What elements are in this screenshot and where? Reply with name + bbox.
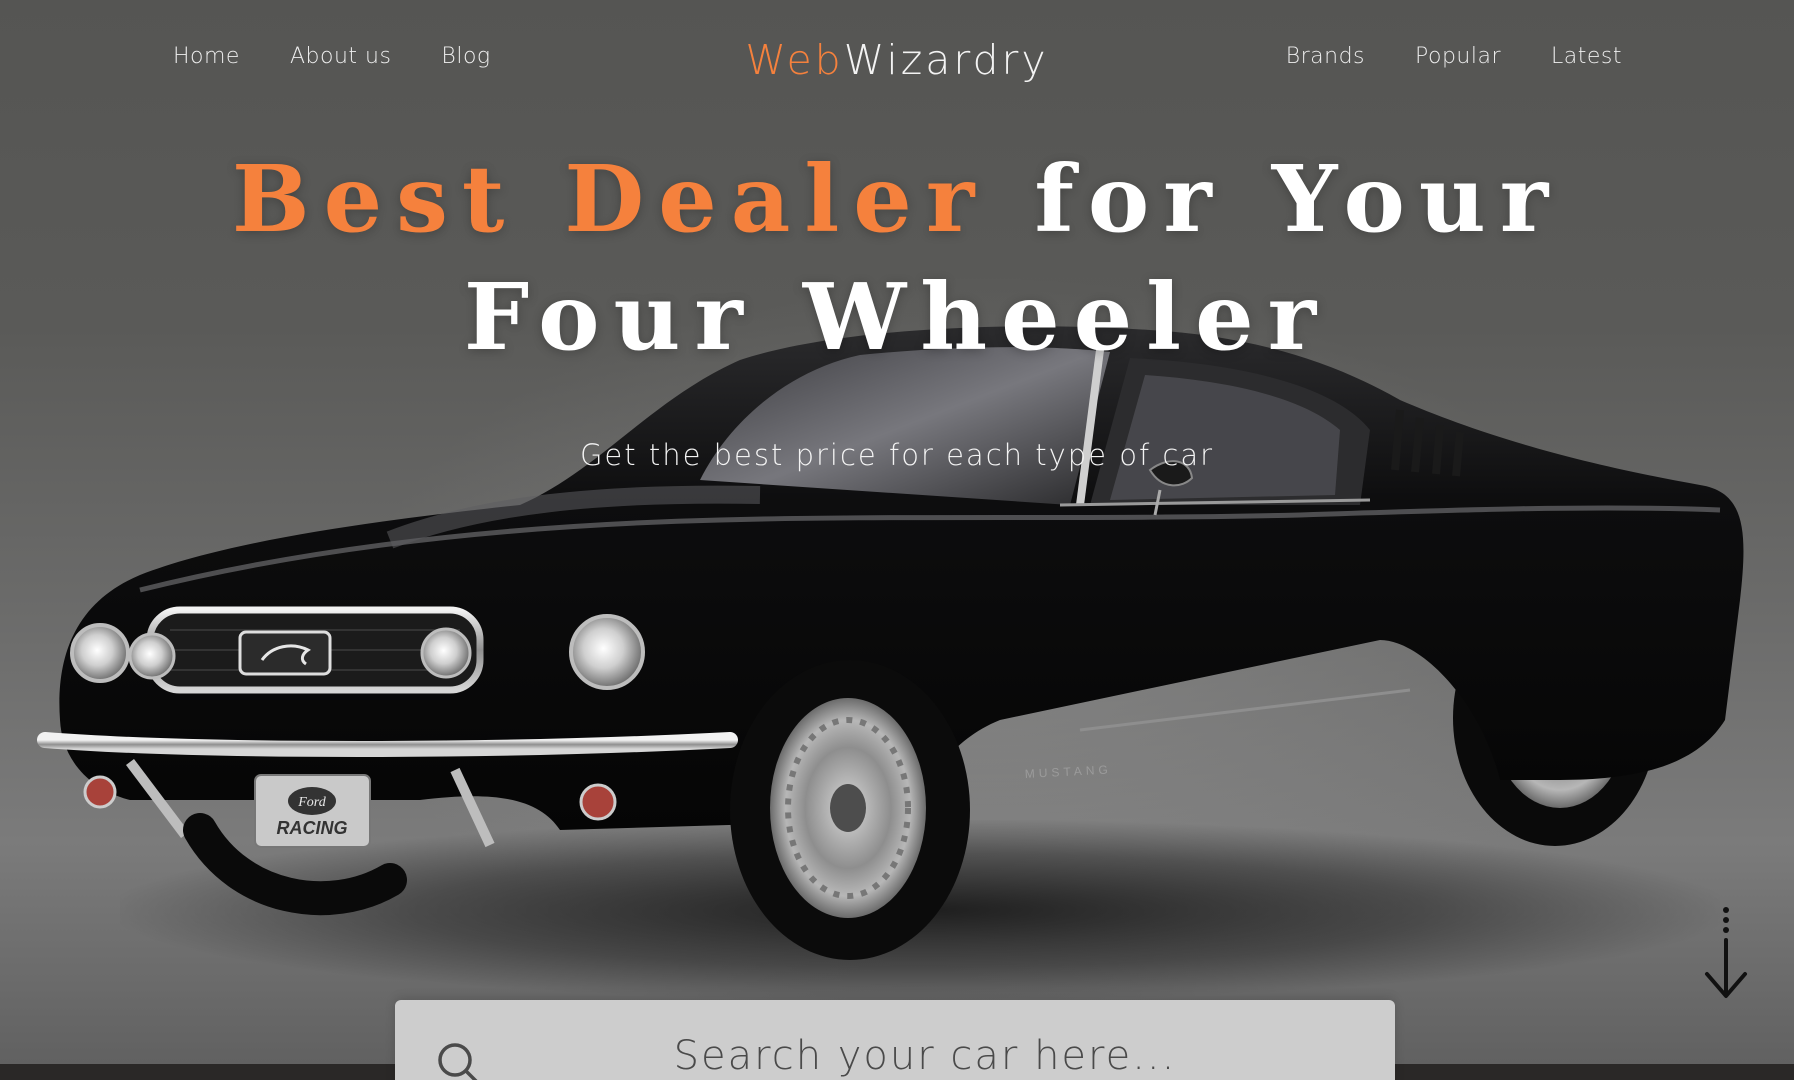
nav-right: Brands Popular Latest <box>1236 44 1622 69</box>
svg-text:RACING: RACING <box>277 818 348 838</box>
headline-line-2: Four Wheeler <box>463 263 1331 371</box>
logo-main-text: Wizardry <box>843 36 1049 84</box>
license-plate: Ford RACING <box>254 774 371 848</box>
landing-page: Ford RACING MUSTANG Home About us Blog W… <box>0 0 1794 1080</box>
nav-link-popular[interactable]: Popular <box>1415 44 1501 69</box>
logo-accent-text: Web <box>745 36 844 84</box>
headline-line-1: Best Dealer for Your <box>0 140 1794 258</box>
arrow-down-icon[interactable] <box>1703 906 1749 1002</box>
svg-text:MUSTANG: MUSTANG <box>1024 762 1112 781</box>
nav-link-brands[interactable]: Brands <box>1286 44 1365 69</box>
hero-subtitle: Get the best price for each type of car <box>579 438 1215 472</box>
headline-accent: Best Dealer <box>231 145 989 253</box>
search-icon[interactable] <box>435 1040 483 1080</box>
nav-link-latest[interactable]: Latest <box>1551 44 1622 69</box>
search-bar <box>395 1000 1395 1080</box>
search-input[interactable] <box>515 1026 1335 1080</box>
svg-text:Ford: Ford <box>297 795 326 810</box>
front-wheel <box>730 660 970 960</box>
headline-rest: for Your <box>988 145 1563 253</box>
hero-headline: Best Dealer for Your Four Wheeler <box>0 140 1794 376</box>
